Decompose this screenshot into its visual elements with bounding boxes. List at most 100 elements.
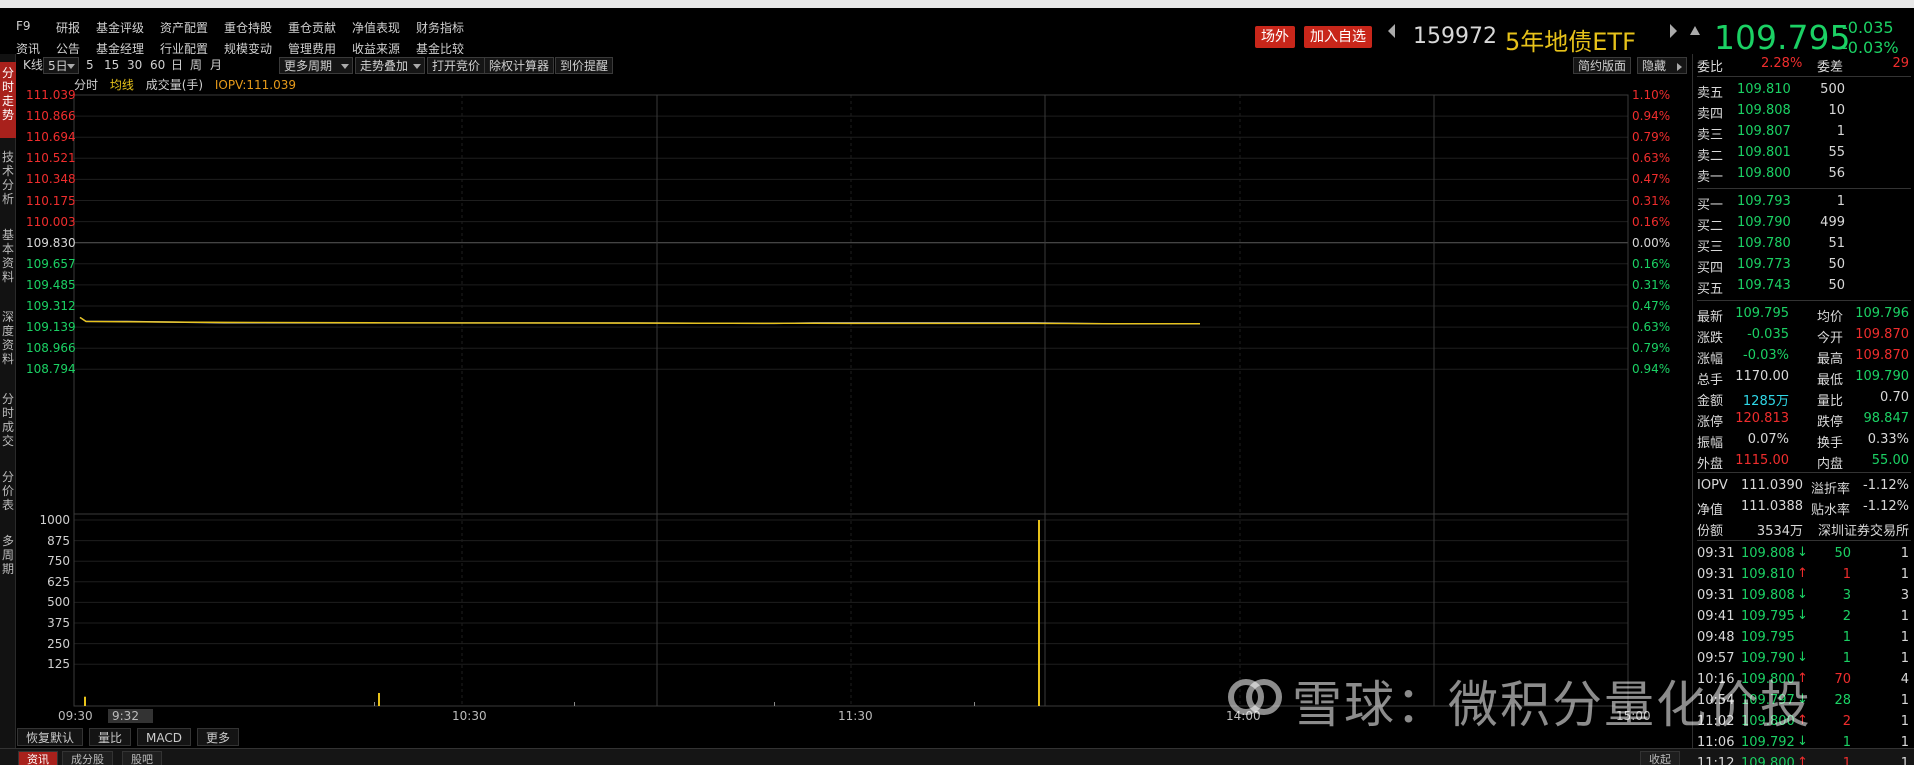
period-5[interactable]: 周 <box>190 57 202 74</box>
stat-label: 涨跌 <box>1697 331 1724 346</box>
intraday-chart[interactable] <box>0 76 1692 728</box>
pct-axis-label: 0.47% <box>1632 172 1671 187</box>
nav-value: 深圳证券交易所 <box>1817 524 1909 539</box>
trade-row: 09:31 109.808 ↓ 3 3 <box>1693 586 1914 606</box>
status-tab-1[interactable]: 成分股 <box>62 751 113 765</box>
indicator-tab-2[interactable]: MACD <box>137 728 191 746</box>
overlay-label: 走势叠加 <box>360 59 409 73</box>
sell-level-row: 卖四 109.808 10 <box>1693 101 1914 122</box>
period-0[interactable]: 5 <box>86 57 94 74</box>
period-2[interactable]: 30 <box>127 57 142 74</box>
menu-item-r1-3[interactable]: 资产配置 <box>160 19 208 36</box>
indicator-tab-3[interactable]: 更多 <box>197 728 240 746</box>
trade-price: 109.795 <box>1741 609 1795 624</box>
sell-level-row: 卖二 109.801 55 <box>1693 143 1914 164</box>
stat-label: 总手 <box>1697 373 1724 388</box>
sell-level-price: 109.808 <box>1737 103 1791 118</box>
volume-axis-label: 1000 <box>39 513 70 527</box>
stat-value: 98.847 <box>1863 411 1910 426</box>
stat-label: 均价 <box>1817 310 1844 325</box>
more-periods-label: 更多周期 <box>284 59 333 73</box>
stat-value: -0.03% <box>1743 348 1789 363</box>
auction-button[interactable]: 打开竞价 <box>427 57 486 74</box>
stat-row: 涨幅 -0.03% 最高 109.870 <box>1693 346 1914 367</box>
period-3[interactable]: 60 <box>150 57 165 74</box>
price-axis-label: 110.694 <box>26 130 76 145</box>
pct-axis-label: 0.63% <box>1632 320 1671 335</box>
hide-panel-button[interactable]: 隐藏 <box>1637 57 1687 74</box>
trade-count: 3 <box>1900 588 1909 603</box>
ex-right-calculator-button[interactable]: 除权计算器 <box>484 57 555 74</box>
watermark-text: 雪球：微积分量化价投 <box>1292 676 1812 734</box>
sell-level-price: 109.800 <box>1737 166 1791 181</box>
stat-label: 金额 <box>1697 394 1724 409</box>
price-axis-label: 109.657 <box>26 256 76 271</box>
menu-item-r1-6[interactable]: 净值表现 <box>352 19 400 36</box>
divider <box>1697 472 1911 473</box>
trade-count: 1 <box>1900 609 1909 624</box>
arrow-up-icon: ↑ <box>1797 755 1808 765</box>
nav-label: 溢折率 <box>1811 482 1851 497</box>
nav-label: 净值 <box>1697 503 1724 518</box>
status-tab-2[interactable]: 股吧 <box>122 751 162 765</box>
price-axis-label: 108.794 <box>26 362 76 377</box>
price-axis-label: 110.521 <box>26 151 76 166</box>
buy-level-volume: 50 <box>1828 278 1845 293</box>
price-change: -0.035 <box>1842 18 1894 37</box>
indicator-tab-0[interactable]: 恢复默认 <box>17 728 84 746</box>
buy-level-volume: 50 <box>1828 257 1845 272</box>
stat-row: 外盘 1115.00 内盘 55.00 <box>1693 451 1914 472</box>
indicator-tab-1[interactable]: 量比 <box>89 728 132 746</box>
more-periods-select[interactable]: 更多周期 <box>279 57 353 74</box>
trade-time: 11:06 <box>1697 735 1735 750</box>
menu-item-r1-2[interactable]: 基金评级 <box>96 19 144 36</box>
trade-time: 11:12 <box>1697 756 1735 765</box>
order-ratio-row: 委比 2.28% 委差 29 <box>1693 54 1914 75</box>
status-tab-0[interactable]: 资讯 <box>18 751 58 765</box>
prev-stock-icon[interactable] <box>1388 24 1395 38</box>
stat-value: 55.00 <box>1871 453 1909 468</box>
chevron-down-icon <box>341 64 349 69</box>
kline-button[interactable]: K线 <box>23 57 43 74</box>
otc-button[interactable]: 场外 <box>1255 26 1295 48</box>
status-bar: 资讯 成分股 股吧 收起 <box>0 748 1914 765</box>
trade-count: 1 <box>1900 714 1909 729</box>
period-6[interactable]: 月 <box>210 57 222 74</box>
menu-f9[interactable]: F9 <box>16 19 31 33</box>
overlay-select[interactable]: 走势叠加 <box>355 57 425 74</box>
price-alert-button[interactable]: 到价提醒 <box>555 57 614 74</box>
trade-count: 1 <box>1900 567 1909 582</box>
sell-level-label: 卖四 <box>1697 107 1724 122</box>
title-strip <box>0 0 1914 8</box>
stat-label: 外盘 <box>1697 457 1724 472</box>
menu-item-r1-7[interactable]: 财务指标 <box>416 19 464 36</box>
divider <box>1697 540 1911 541</box>
next-stock-icon[interactable] <box>1670 24 1677 38</box>
chevron-down-icon <box>413 64 421 69</box>
buy-level-row: 买一 109.793 1 <box>1693 192 1914 213</box>
menu-item-r1-4[interactable]: 重仓持股 <box>224 19 272 36</box>
period-1[interactable]: 15 <box>104 57 119 74</box>
volume-axis-label: 500 <box>47 595 70 610</box>
period-4[interactable]: 日 <box>171 57 183 74</box>
days-select[interactable]: 5日 <box>43 57 79 74</box>
stat-value: 0.70 <box>1880 390 1909 405</box>
stat-label: 今开 <box>1817 331 1844 346</box>
sell-level-volume: 500 <box>1820 82 1845 97</box>
trade-price: 109.808 <box>1741 546 1795 561</box>
menu-item-r1-5[interactable]: 重仓贡献 <box>288 19 336 36</box>
stat-row: 振幅 0.07% 换手 0.33% <box>1693 430 1914 451</box>
buy-level-price: 109.793 <box>1737 194 1791 209</box>
arrow-down-icon: ↓ <box>1797 545 1808 560</box>
collapse-button[interactable]: 收起 <box>1640 751 1680 765</box>
menu-item-r1-1[interactable]: 研报 <box>56 19 80 36</box>
buy-level-volume: 499 <box>1820 215 1845 230</box>
trade-count: 1 <box>1900 756 1909 765</box>
trade-row: 09:48 109.795 1 1 <box>1693 628 1914 648</box>
simple-layout-button[interactable]: 简约版面 <box>1573 57 1632 74</box>
stat-row: 最新 109.795 均价 109.796 <box>1693 304 1914 325</box>
add-watchlist-button[interactable]: 加入自选 <box>1304 26 1372 48</box>
trade-volume: 50 <box>1834 546 1851 561</box>
arrow-down-icon: ↓ <box>1797 587 1808 602</box>
nav-value: 3534万 <box>1756 524 1803 539</box>
